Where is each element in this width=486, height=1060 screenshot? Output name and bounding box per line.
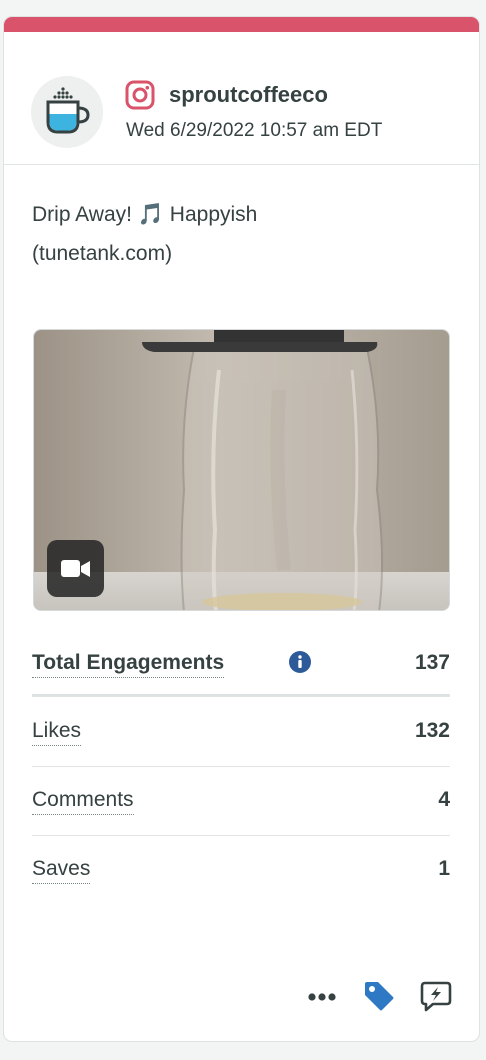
metric-row-comments: Comments 4 bbox=[32, 766, 450, 836]
profile-avatar[interactable] bbox=[31, 76, 103, 148]
caption-line: Drip Away! 🎵 Happyish bbox=[32, 203, 258, 226]
likes-label[interactable]: Likes bbox=[32, 717, 82, 746]
total-engagements-row: Total Engagements 137 bbox=[32, 629, 450, 697]
comments-value: 4 bbox=[438, 788, 450, 811]
card-accent-bar bbox=[4, 17, 479, 32]
post-header: sproutcoffeeco Wed 6/29/2022 10:57 am ED… bbox=[4, 32, 479, 165]
info-icon[interactable] bbox=[289, 651, 311, 673]
reply-compose-icon[interactable] bbox=[419, 979, 453, 1013]
more-options-icon[interactable] bbox=[305, 982, 339, 1012]
comments-label[interactable]: Comments bbox=[32, 786, 134, 815]
post-card: sproutcoffeeco Wed 6/29/2022 10:57 am ED… bbox=[3, 16, 480, 1042]
metric-row-saves: Saves 1 bbox=[32, 835, 450, 904]
video-indicator bbox=[47, 540, 104, 597]
total-engagements-label[interactable]: Total Engagements bbox=[32, 649, 225, 678]
metric-row-likes: Likes 132 bbox=[32, 697, 450, 767]
likes-value: 132 bbox=[414, 719, 450, 742]
post-timestamp: Wed 6/29/2022 10:57 am EDT bbox=[126, 120, 383, 141]
post-caption: Drip Away! 🎵 Happyish (tunetank.com) bbox=[32, 195, 452, 273]
tag-icon[interactable] bbox=[362, 979, 396, 1013]
saves-value: 1 bbox=[438, 857, 450, 880]
saves-label[interactable]: Saves bbox=[32, 855, 91, 884]
instagram-icon bbox=[125, 80, 155, 110]
post-media-thumbnail[interactable] bbox=[33, 329, 450, 611]
video-camera-icon bbox=[61, 560, 90, 577]
account-username[interactable]: sproutcoffeeco bbox=[169, 80, 328, 110]
total-engagements-value: 137 bbox=[414, 651, 450, 674]
caption-line: (tunetank.com) bbox=[32, 242, 173, 265]
